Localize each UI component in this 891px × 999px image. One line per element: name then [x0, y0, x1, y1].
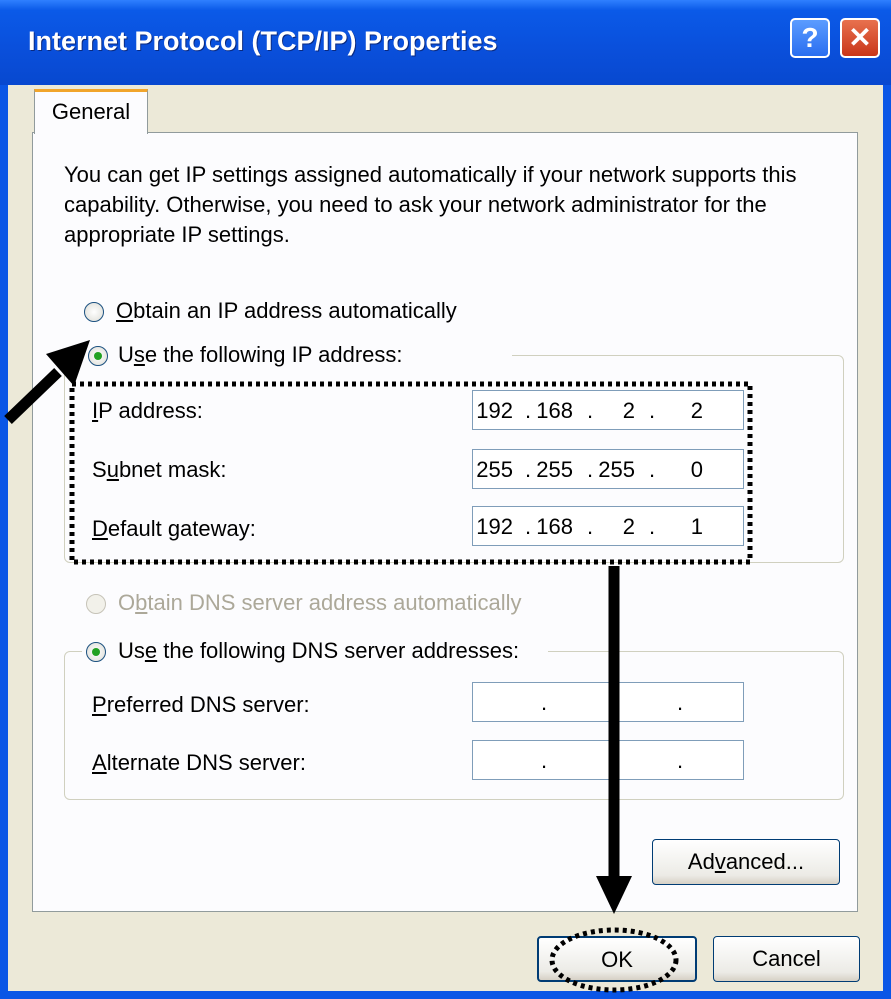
arrow-to-use-ip-radio — [4, 340, 90, 424]
ok-button-highlight — [549, 927, 679, 993]
tab-general[interactable]: General — [34, 89, 148, 134]
tab-label: General — [51, 99, 131, 124]
ip-fields-highlight-box — [69, 381, 753, 565]
annotation-overlay — [4, 340, 753, 993]
arrow-to-ok-button — [596, 566, 632, 914]
